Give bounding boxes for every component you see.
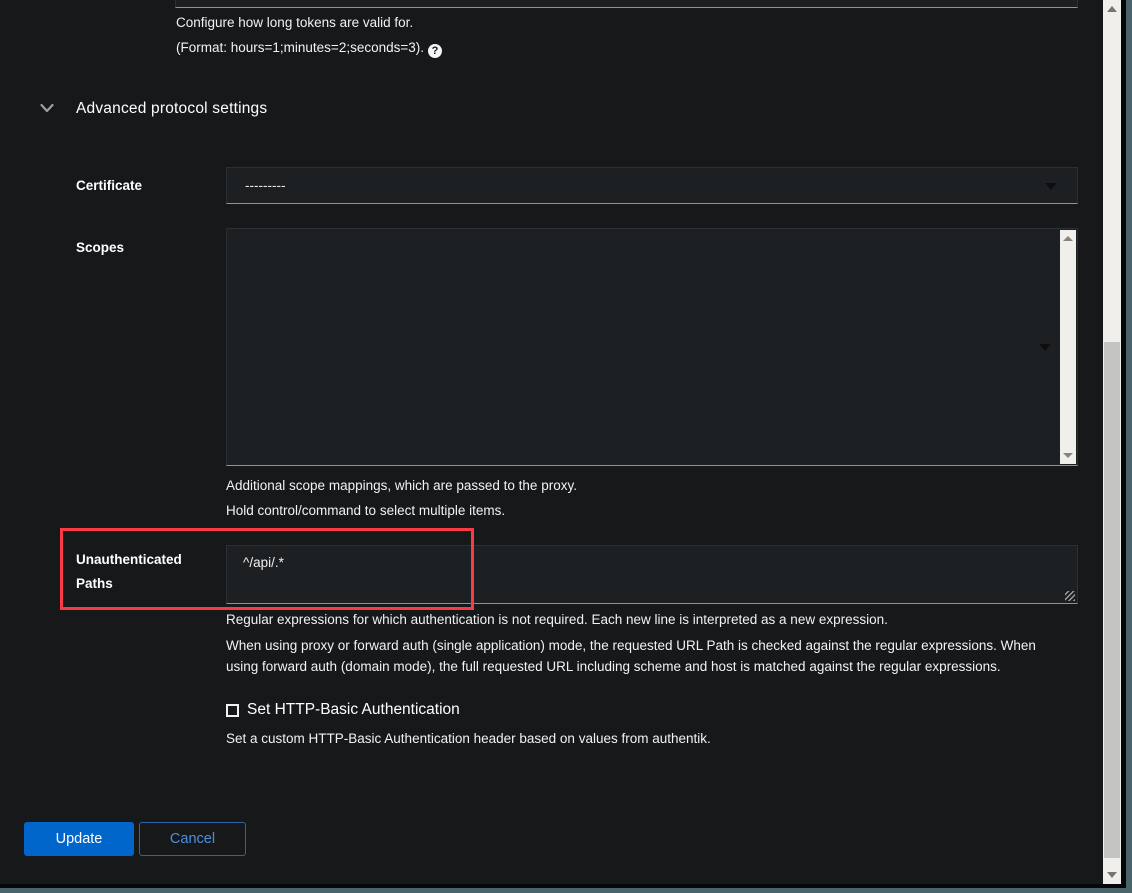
unauthenticated-paths-label: Unauthenticated Paths [76, 548, 222, 596]
token-validity-format-text: (Format: hours=1;minutes=2;seconds=3). [176, 40, 424, 55]
scopes-help-1: Additional scope mappings, which are pas… [226, 476, 577, 496]
basic-auth-help: Set a custom HTTP-Basic Authentication h… [226, 729, 711, 749]
token-validity-input-partial[interactable] [175, 0, 1078, 8]
token-validity-help-1: Configure how long tokens are valid for. [176, 13, 413, 33]
scrollbar-thumb[interactable] [1104, 342, 1120, 858]
unauthenticated-paths-help-2: When using proxy or forward auth (single… [226, 635, 1064, 677]
scroll-down-arrow-icon[interactable] [1063, 453, 1073, 458]
unauthenticated-paths-help-1: Regular expressions for which authentica… [226, 610, 888, 630]
scroll-down-arrow-icon[interactable] [1107, 872, 1117, 878]
scroll-up-arrow-icon[interactable] [1107, 6, 1117, 12]
certificate-label: Certificate [76, 174, 222, 198]
app-window: Configure how long tokens are valid for.… [0, 0, 1126, 888]
basic-auth-label[interactable]: Set HTTP-Basic Authentication [247, 701, 460, 719]
advanced-protocol-settings-expander[interactable]: Advanced protocol settings [40, 100, 267, 118]
expander-label: Advanced protocol settings [76, 100, 267, 118]
select-caret-icon [1039, 344, 1051, 351]
page-scrollbar[interactable] [1103, 0, 1121, 884]
update-button[interactable]: Update [24, 822, 134, 856]
certificate-select[interactable]: --------- [227, 168, 1077, 203]
chevron-down-icon[interactable] [40, 100, 56, 118]
scopes-label: Scopes [76, 236, 222, 260]
basic-auth-checkbox[interactable] [226, 704, 239, 717]
unauthenticated-paths-textarea[interactable]: ^/api/.* [227, 546, 1077, 603]
scroll-up-arrow-icon[interactable] [1063, 236, 1073, 241]
scopes-help-2: Hold control/command to select multiple … [226, 501, 505, 521]
certificate-select-box[interactable]: --------- [226, 167, 1078, 204]
select-caret-icon [1045, 183, 1057, 190]
question-circle-icon[interactable]: ? [428, 44, 442, 58]
form-content: Configure how long tokens are valid for.… [0, 0, 1103, 884]
cancel-button[interactable]: Cancel [139, 822, 246, 856]
scopes-multiselect[interactable] [226, 228, 1078, 466]
basic-auth-row: Set HTTP-Basic Authentication [226, 701, 460, 719]
unauthenticated-paths-box: ^/api/.* [226, 545, 1078, 604]
token-validity-help-2: (Format: hours=1;minutes=2;seconds=3).? [176, 38, 442, 58]
scopes-scrollbar[interactable] [1060, 230, 1076, 464]
